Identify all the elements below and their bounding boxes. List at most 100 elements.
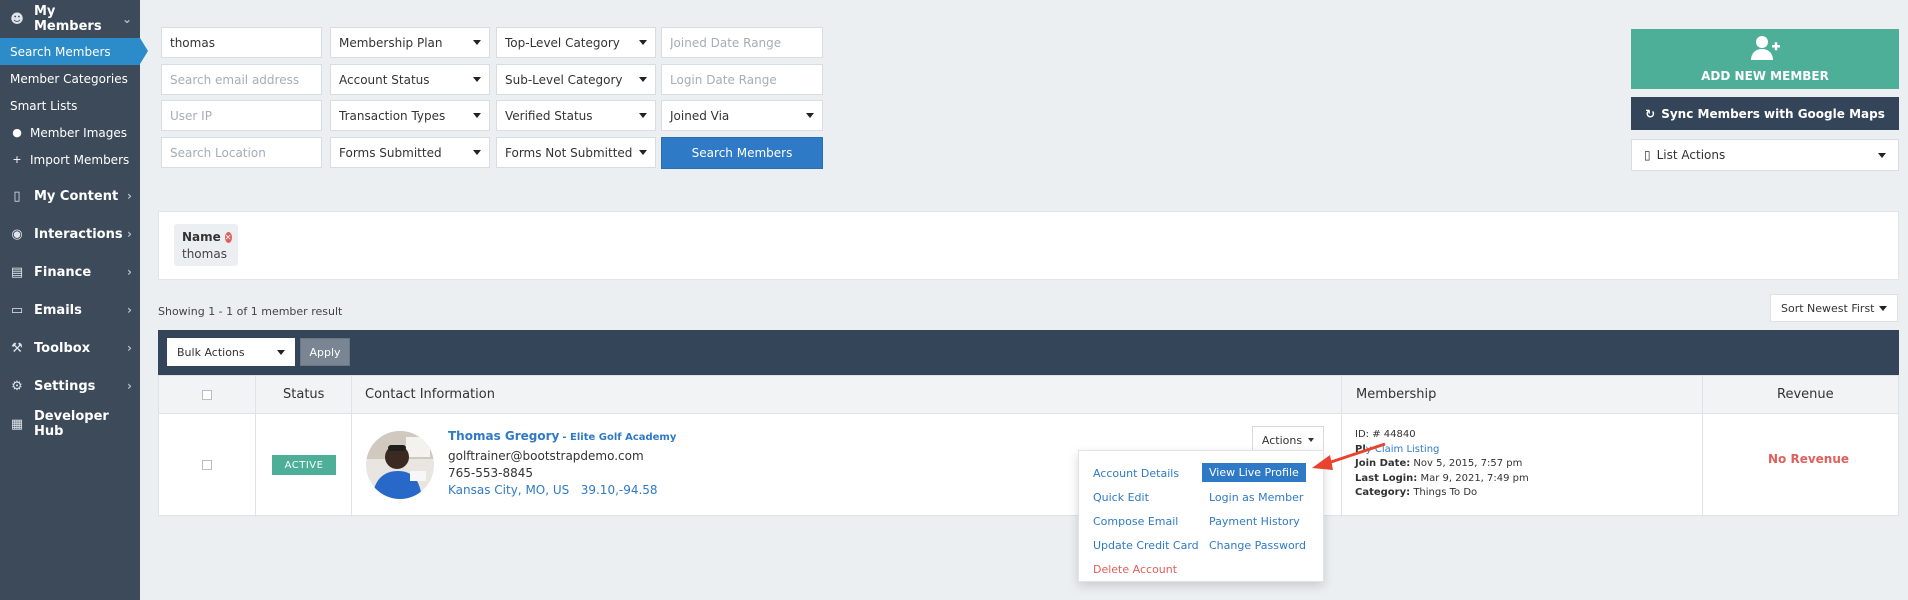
column-divider (1702, 376, 1703, 517)
inbox-icon: ▭ (10, 302, 24, 318)
chevron-down-icon: ⌄ (121, 12, 132, 26)
location-search-input[interactable] (170, 145, 313, 160)
login-date-range-field[interactable] (661, 64, 823, 95)
caret-down-icon (1879, 305, 1887, 311)
bulk-actions-select[interactable]: Bulk Actions (167, 338, 295, 366)
menu-update-credit-card[interactable]: Update Credit Card (1093, 539, 1199, 552)
nav-settings[interactable]: ⚙ Settings › (0, 367, 140, 405)
nav-interactions[interactable]: ◉ Interactions › (0, 215, 140, 253)
select-all-checkbox[interactable] (202, 390, 212, 400)
chevron-right-icon: › (127, 189, 132, 203)
sidebar: ☻ My Members ⌄ Search Members Member Cat… (0, 0, 148, 600)
menu-delete-account[interactable]: Delete Account (1093, 563, 1177, 576)
menu-payment-history[interactable]: Payment History (1209, 515, 1300, 528)
column-divider (255, 376, 256, 517)
caret-down-icon (639, 113, 647, 118)
sidebar-item-member-images[interactable]: ● Member Images (0, 119, 140, 146)
sidebar-item-search-members[interactable]: Search Members (0, 38, 148, 65)
name-search-field[interactable] (161, 27, 322, 58)
menu-account-details[interactable]: Account Details (1093, 467, 1179, 480)
account-status-select[interactable]: Account Status (330, 64, 490, 95)
menu-view-live-profile[interactable]: View Live Profile (1202, 463, 1306, 482)
avatar[interactable] (366, 431, 434, 499)
row-checkbox[interactable] (202, 460, 212, 470)
members-table: Status Contact Information Membership Re… (158, 375, 1899, 517)
column-divider (1341, 376, 1342, 517)
revenue-value: No Revenue (1768, 452, 1850, 466)
header-contact-information: Contact Information (365, 387, 495, 402)
users-icon: ☻ (10, 11, 24, 27)
caret-down-icon (473, 77, 481, 82)
contact-phone: 765-553-8845 (448, 466, 534, 480)
contact-email: golftrainer@bootstrapdemo.com (448, 449, 644, 463)
caret-down-icon (639, 77, 647, 82)
plus-icon: + (12, 153, 22, 166)
filter-chip-name: Name ✕ thomas (174, 224, 238, 266)
nav-finance[interactable]: ▤ Finance › (0, 253, 140, 291)
header-status: Status (283, 387, 325, 402)
forms-not-submitted-select[interactable]: Forms Not Submitted (496, 137, 656, 168)
header-revenue: Revenue (1777, 387, 1834, 402)
email-search-field[interactable] (161, 64, 322, 95)
sort-dropdown[interactable]: Sort Newest First (1770, 294, 1898, 322)
caret-down-icon (473, 40, 481, 45)
folder-open-icon: ▯ (1644, 148, 1651, 162)
actions-menu: Account Details View Live Profile Quick … (1078, 450, 1324, 582)
nav-my-content[interactable]: ▯ My Content › (0, 177, 140, 215)
nav-toolbox[interactable]: ⚒ Toolbox › (0, 329, 140, 367)
add-new-member-button[interactable]: ADD NEW MEMBER (1631, 29, 1899, 89)
joined-date-range-field[interactable] (661, 27, 823, 58)
transaction-types-select[interactable]: Transaction Types (330, 100, 490, 131)
results-count: Showing 1 - 1 of 1 member result (158, 305, 343, 318)
verified-status-select[interactable]: Verified Status (496, 100, 656, 131)
joined-date-range-input[interactable] (670, 35, 814, 50)
chevron-right-icon: › (127, 341, 132, 355)
status-badge: ACTIVE (272, 455, 336, 475)
name-search-input[interactable] (170, 35, 313, 50)
active-filters-panel: Name ✕ thomas (158, 211, 1899, 280)
contact-location[interactable]: Kansas City, MO, US 39.10,-94.58 (448, 483, 658, 497)
nav-emails[interactable]: ▭ Emails › (0, 291, 140, 329)
user-ip-field[interactable] (161, 100, 322, 131)
contact-name-link[interactable]: Thomas Gregory - Elite Golf Academy (448, 429, 676, 443)
bulk-actions-bar: Bulk Actions Apply (158, 330, 1899, 375)
column-divider (351, 376, 352, 517)
search-members-button[interactable]: Search Members (661, 137, 823, 169)
refresh-icon: ↻ (1645, 106, 1656, 121)
user-ip-input[interactable] (170, 108, 313, 123)
caret-down-icon (639, 40, 647, 45)
comments-icon: ◉ (11, 226, 23, 242)
grid-icon: ▦ (10, 416, 24, 432)
gear-icon: ⚙ (11, 378, 23, 394)
remove-filter-icon[interactable]: ✕ (224, 231, 232, 243)
location-search-field[interactable] (161, 137, 322, 168)
membership-plan-link[interactable]: y Claim Listing (1366, 444, 1440, 455)
sidebar-item-smart-lists[interactable]: Smart Lists (0, 92, 140, 119)
caret-down-icon (639, 150, 647, 155)
sync-google-maps-button[interactable]: ↻ Sync Members with Google Maps (1631, 97, 1899, 130)
joined-via-select[interactable]: Joined Via (661, 100, 823, 131)
caret-down-icon (473, 113, 481, 118)
caret-down-icon (806, 113, 814, 118)
user-circle-icon: ● (12, 126, 22, 139)
money-icon: ▤ (10, 264, 24, 280)
nav-developer-hub[interactable]: ▦ Developer Hub (0, 405, 140, 443)
forms-submitted-select[interactable]: Forms Submitted (330, 137, 490, 168)
top-level-category-select[interactable]: Top-Level Category (496, 27, 656, 58)
nav-my-members[interactable]: ☻ My Members ⌄ (0, 0, 140, 38)
sidebar-item-import-members[interactable]: + Import Members (0, 146, 140, 173)
menu-login-as-member[interactable]: Login as Member (1209, 491, 1303, 504)
sub-level-category-select[interactable]: Sub-Level Category (496, 64, 656, 95)
email-search-input[interactable] (170, 72, 313, 87)
sidebar-item-member-categories[interactable]: Member Categories (0, 65, 140, 92)
menu-quick-edit[interactable]: Quick Edit (1093, 491, 1149, 504)
list-actions-dropdown[interactable]: ▯ List Actions (1631, 139, 1899, 171)
membership-plan-select[interactable]: Membership Plan (330, 27, 490, 58)
menu-change-password[interactable]: Change Password (1209, 539, 1306, 552)
login-date-range-input[interactable] (670, 72, 814, 87)
my-members-submenu: Search Members Member Categories Smart L… (0, 38, 148, 177)
user-plus-icon (1749, 35, 1781, 67)
menu-compose-email[interactable]: Compose Email (1093, 515, 1178, 528)
apply-button[interactable]: Apply (300, 338, 350, 366)
header-membership: Membership (1356, 387, 1437, 402)
